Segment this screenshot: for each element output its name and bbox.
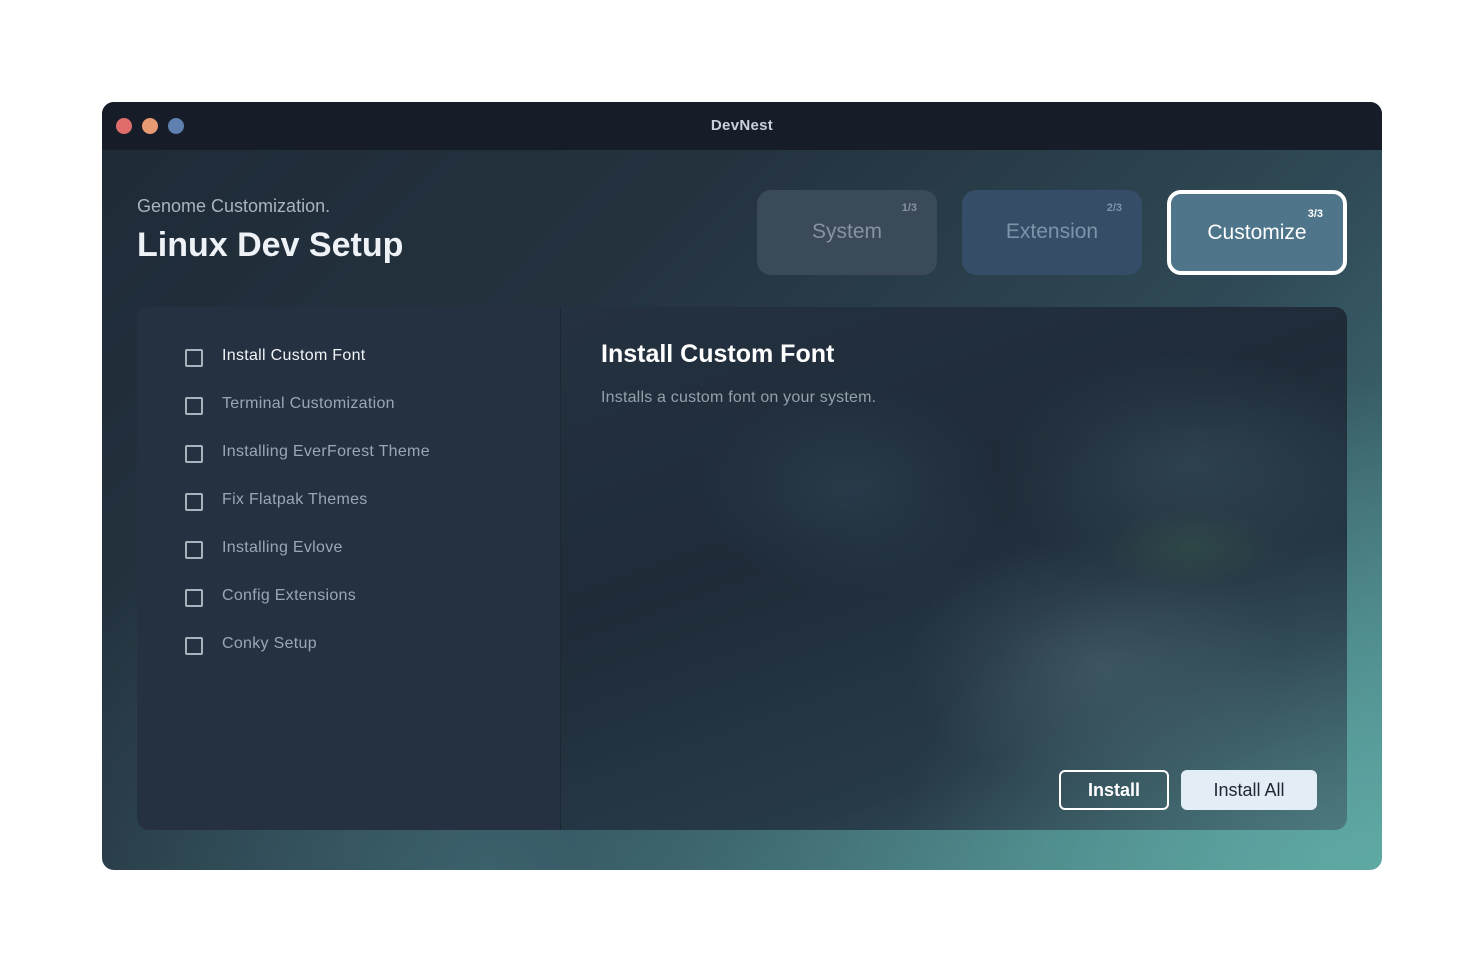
detail-title: Install Custom Font [601, 340, 835, 368]
step-label: System [811, 220, 882, 243]
content-panel: Install Custom Font Terminal Customizati… [137, 307, 1347, 830]
task-checkbox[interactable] [185, 493, 203, 511]
step-customize[interactable]: 3/3 Customize [1167, 190, 1347, 275]
page-title: Linux Dev Setup [137, 226, 404, 264]
task-checkbox[interactable] [185, 349, 203, 367]
task-label: Terminal Customization [222, 395, 395, 412]
step-extension[interactable]: 2/3 Extension [962, 190, 1142, 275]
task-label: Fix Flatpak Themes [222, 491, 368, 508]
install-button[interactable]: Install [1059, 770, 1169, 810]
title-bar[interactable]: DevNest [102, 102, 1382, 150]
page-subtitle: Genome Customization. [137, 196, 331, 216]
window-title: DevNest [710, 117, 774, 134]
task-checkbox[interactable] [185, 589, 203, 607]
app-window: DevNest Genome Customization. Linux Dev … [102, 102, 1382, 870]
task-label: Installing EverForest Theme [222, 443, 430, 460]
task-list: Install Custom Font Terminal Customizati… [137, 307, 561, 830]
task-label: Install Custom Font [222, 347, 366, 364]
task-checkbox[interactable] [185, 397, 203, 415]
task-label: Installing Evlove [222, 539, 343, 556]
step-counter: 2/3 [1106, 202, 1122, 214]
task-checkbox[interactable] [185, 541, 203, 559]
task-checkbox[interactable] [185, 637, 203, 655]
detail-description: Installs a custom font on your system. [601, 389, 877, 406]
step-counter: 1/3 [901, 202, 917, 214]
task-label: Conky Setup [222, 635, 317, 652]
task-label: Config Extensions [222, 587, 357, 604]
install-all-button[interactable]: Install All [1181, 770, 1317, 810]
step-counter: 3/3 [1307, 208, 1323, 220]
task-detail: Install Custom Font Installs a custom fo… [561, 307, 1347, 830]
step-label: Customize [1207, 221, 1307, 244]
step-label: Extension [1005, 220, 1099, 243]
step-system[interactable]: 1/3 System [757, 190, 937, 275]
task-checkbox[interactable] [185, 445, 203, 463]
